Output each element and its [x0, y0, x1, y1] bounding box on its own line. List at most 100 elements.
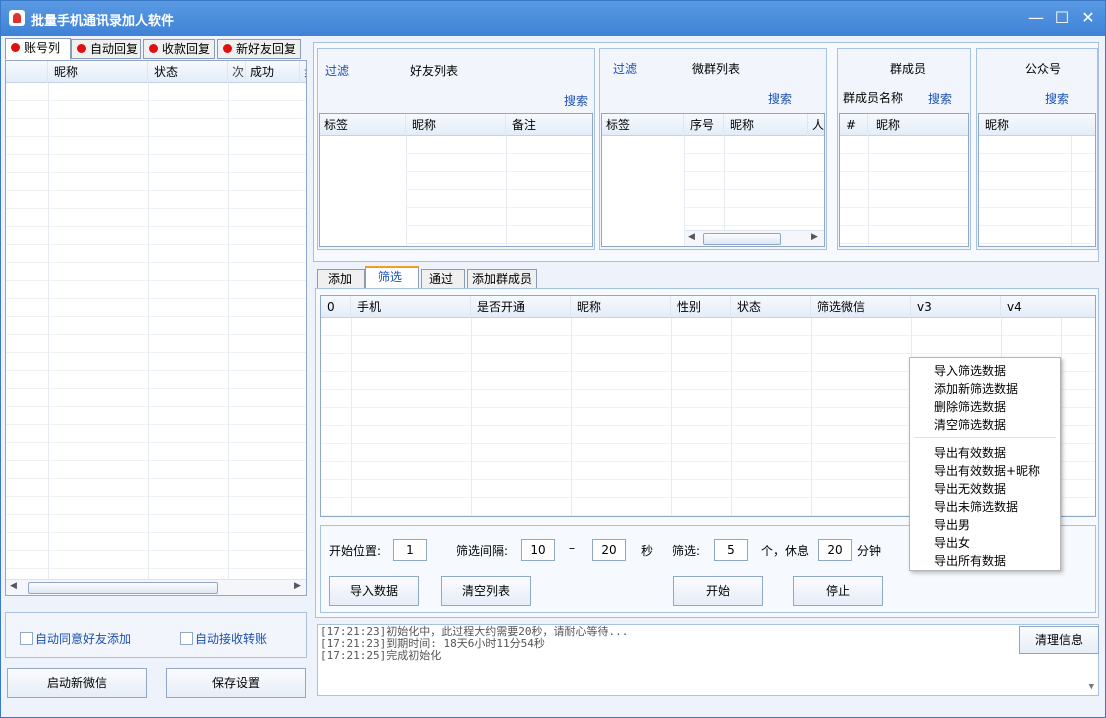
scroll-right-icon[interactable]: ▶: [294, 581, 301, 591]
groups-table[interactable]: 标签 序号 昵称 人 ◀ ▶: [601, 113, 825, 247]
tab-add-members[interactable]: 添加群成员: [467, 269, 537, 289]
column-members[interactable]: 人: [808, 114, 824, 136]
account-table-scrollbar[interactable]: ◀ ▶: [6, 579, 306, 595]
checkbox-icon: [180, 632, 193, 645]
menu-item-export-valid-nickname[interactable]: 导出有效数据+昵称: [934, 462, 1040, 479]
menu-item-clear-filter[interactable]: 清空筛选数据: [934, 416, 1006, 433]
menu-item-export-unfiltered[interactable]: 导出未筛选数据: [934, 498, 1018, 515]
column-success[interactable]: 成功: [246, 61, 300, 83]
interval-from-input[interactable]: 10: [521, 539, 555, 561]
column-v4[interactable]: v4: [1001, 296, 1095, 318]
column-v3[interactable]: v3: [911, 296, 1001, 318]
checkbox-label: 自动接收转账: [195, 632, 268, 646]
menu-item-delete-filter[interactable]: 删除筛选数据: [934, 398, 1006, 415]
public-search-link[interactable]: 搜索: [1045, 90, 1069, 107]
friends-filter-link[interactable]: 过滤: [325, 62, 349, 79]
tab-pass[interactable]: 通过: [421, 269, 465, 289]
column-nickname[interactable]: 昵称: [724, 114, 808, 136]
tab-new-friend-reply[interactable]: 新好友回复: [217, 39, 301, 59]
menu-item-export-valid[interactable]: 导出有效数据: [934, 444, 1006, 461]
column-status[interactable]: 状态: [148, 61, 228, 83]
title-bar[interactable]: 批量手机通讯录加人软件 — ☐ ✕: [1, 1, 1105, 36]
scroll-left-icon[interactable]: ◀: [688, 232, 695, 242]
auto-accept-friend-checkbox[interactable]: 自动同意好友添加: [20, 630, 131, 647]
table-rows: [840, 136, 968, 246]
column-index[interactable]: 0: [321, 296, 351, 318]
scroll-down-icon[interactable]: ▼: [1089, 681, 1094, 693]
column-phone[interactable]: 手机: [351, 296, 471, 318]
public-table[interactable]: 昵称: [978, 113, 1096, 247]
start-position-input[interactable]: 1: [393, 539, 427, 561]
tab-accounts[interactable]: 账号列: [5, 38, 71, 60]
column-nickname[interactable]: 昵称: [868, 114, 968, 136]
column-opened[interactable]: 是否开通: [471, 296, 571, 318]
tab-filter[interactable]: 筛选: [365, 266, 419, 289]
menu-item-add-filter[interactable]: 添加新筛选数据: [934, 380, 1018, 397]
column-gender[interactable]: 性别: [671, 296, 731, 318]
close-icon[interactable]: ✕: [1077, 7, 1099, 29]
import-data-button[interactable]: 导入数据: [329, 576, 419, 606]
column-index[interactable]: 序号: [684, 114, 724, 136]
tab-auto-reply[interactable]: 自动回复: [71, 39, 141, 59]
column-filter-wechat[interactable]: 筛选微信: [811, 296, 911, 318]
column-nickname[interactable]: 昵称: [571, 296, 671, 318]
grid-line: [571, 318, 572, 516]
groups-filter-link[interactable]: 过滤: [613, 60, 637, 77]
interval-to-input[interactable]: 20: [592, 539, 626, 561]
account-table-header: 昵称 状态 次 成功 步: [6, 61, 306, 83]
minimize-icon[interactable]: —: [1025, 7, 1047, 29]
rest-minutes-input[interactable]: 20: [818, 539, 852, 561]
grid-line: [1071, 136, 1072, 246]
column-index[interactable]: #: [840, 114, 868, 136]
column-count[interactable]: 次: [228, 61, 246, 83]
scroll-thumb[interactable]: [28, 582, 218, 594]
menu-item-export-female[interactable]: 导出女: [934, 534, 970, 551]
column-step[interactable]: 步: [300, 61, 306, 83]
groups-table-scrollbar[interactable]: ◀ ▶: [685, 230, 824, 246]
grid-line: [731, 318, 732, 516]
filter-count-input[interactable]: 5: [714, 539, 748, 561]
clear-list-button[interactable]: 清空列表: [441, 576, 531, 606]
column-tag[interactable]: 标签: [602, 114, 684, 136]
members-search-link[interactable]: 搜索: [928, 90, 952, 107]
save-settings-button[interactable]: 保存设置: [166, 668, 306, 698]
grid-line: [148, 83, 149, 579]
grid-line: [48, 83, 49, 579]
stop-button[interactable]: 停止: [793, 576, 883, 606]
column-nickname[interactable]: 昵称: [48, 61, 148, 83]
scroll-left-icon[interactable]: ◀: [10, 581, 17, 591]
grid-line: [506, 136, 507, 246]
start-wechat-button[interactable]: 启动新微信: [7, 668, 147, 698]
tab-payment-reply[interactable]: 收款回复: [143, 39, 215, 59]
account-table[interactable]: 昵称 状态 次 成功 步 ◀ ▶: [5, 60, 307, 596]
log-line: [17:21:25]完成初始化: [320, 649, 442, 662]
column-nickname[interactable]: 昵称: [979, 114, 1095, 136]
menu-item-export-all[interactable]: 导出所有数据: [934, 552, 1006, 569]
start-button[interactable]: 开始: [673, 576, 763, 606]
groups-search-link[interactable]: 搜索: [768, 90, 792, 107]
log-panel[interactable]: [17:21:23]初始化中，此过程大约需要20秒，请耐心等待... [17:2…: [317, 624, 1099, 696]
grid-line: [868, 136, 869, 246]
scroll-thumb[interactable]: [703, 233, 781, 245]
clear-log-button[interactable]: 清理信息: [1019, 626, 1099, 654]
table-rows: [6, 83, 306, 579]
menu-item-import-filter[interactable]: 导入筛选数据: [934, 362, 1006, 379]
tab-add[interactable]: 添加: [317, 269, 365, 289]
auto-receive-transfer-checkbox[interactable]: 自动接收转账: [180, 630, 267, 647]
column-status[interactable]: 状态: [731, 296, 811, 318]
menu-item-export-male[interactable]: 导出男: [934, 516, 970, 533]
members-name-label: 群成员名称: [843, 91, 904, 105]
friends-search-link[interactable]: 搜索: [564, 92, 588, 109]
members-table[interactable]: # 昵称: [839, 113, 969, 247]
grid-line: [471, 318, 472, 516]
tab-label: 收款回复: [162, 42, 211, 56]
menu-item-export-invalid[interactable]: 导出无效数据: [934, 480, 1006, 497]
seconds-unit: 秒: [641, 544, 654, 558]
column-nickname[interactable]: 昵称: [406, 114, 506, 136]
column-tag[interactable]: 标签: [320, 114, 406, 136]
maximize-icon[interactable]: ☐: [1051, 7, 1073, 29]
column-remark[interactable]: 备注: [506, 114, 592, 136]
grid-line: [1061, 318, 1062, 516]
scroll-right-icon[interactable]: ▶: [811, 232, 818, 242]
friends-table[interactable]: 标签 昵称 备注: [319, 113, 593, 247]
